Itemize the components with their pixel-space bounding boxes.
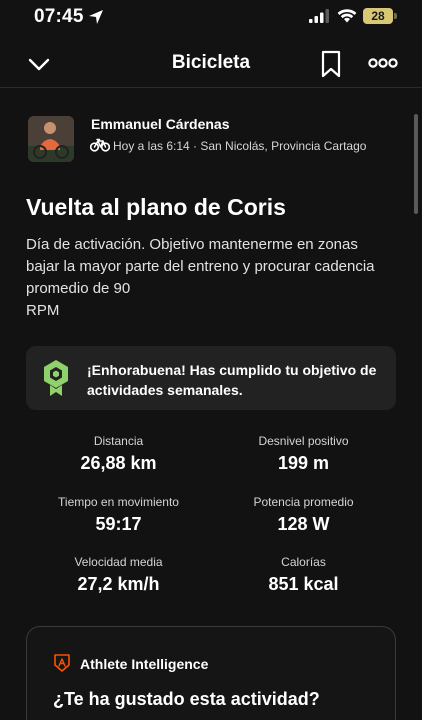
stat-value: 199 m [277,453,330,473]
activity-description: Día de activación. Objetivo mantenerme e… [26,234,398,322]
activity-meta: Hoy a las 6:14 · San Nicolás, Provincia … [113,139,367,153]
stat-label: Tiempo en movimiento [58,495,179,509]
description-line: Día de activación. Objetivo mantenerme e… [26,236,358,253]
stat-value: 27,2 km/h [77,574,160,594]
stat-label: Desnivel positivo [258,434,349,448]
goal-achievement-card[interactable]: ¡Enhorabuena! Has cumplido tu objetivo d… [26,346,396,410]
activity-title: Vuelta al plano de Coris [26,194,286,220]
goal-message-line: actividades semanales. [87,382,243,398]
athlete-name[interactable]: Emmanuel Cárdenas [91,116,230,132]
athlete-intelligence-card[interactable]: Athlete Intelligence ¿Te ha gustado esta… [26,626,396,720]
stat-label: Distancia [93,434,144,448]
stat-label: Potencia promedio [253,495,354,509]
description-line: RPM [26,302,60,319]
stat-value: 128 W [277,514,330,534]
battery-icon: 28 [363,8,393,24]
stat-average-speed: Velocidad media 27,2 km/h [26,555,211,595]
stat-value: 59:17 [95,514,142,534]
battery-nub [394,13,397,19]
more-icon[interactable] [368,54,398,72]
description-line: promedio de 90 [26,280,131,297]
stat-average-power: Potencia promedio 128 W [211,495,396,535]
status-bar: 07:45 28 [0,0,422,34]
page-title: Bicicleta [171,52,251,73]
avatar[interactable] [28,116,74,162]
stat-value: 26,88 km [80,453,157,473]
status-time: 07:45 [34,6,84,27]
stat-label: Velocidad media [74,555,163,569]
stat-label: Calorías [281,555,326,569]
avatar-image [28,116,74,162]
stat-calories: Calorías 851 kcal [211,555,396,595]
athlete-intelligence-title: Athlete Intelligence [80,656,209,672]
wifi-icon [337,9,357,23]
stat-elevation-gain: Desnivel positivo 199 m [211,434,396,474]
badge-icon [44,360,68,396]
athlete-header: Emmanuel Cárdenas Hoy a las 6:14 · San N… [26,112,396,168]
signal-icon [309,9,329,23]
goal-message-line: ¡Enhorabuena! Has cumplido tu objetivo d… [87,362,377,378]
feedback-question: ¿Te ha gustado esta actividad? [53,689,320,709]
athlete-intelligence-icon [54,654,70,672]
stat-moving-time: Tiempo en movimiento 59:17 [26,495,211,535]
description-line: bajar la mayor parte del entreno y procu… [26,258,375,275]
top-navigation: Bicicleta [0,40,422,88]
bike-icon [90,138,110,152]
stat-distance: Distancia 26,88 km [26,434,211,474]
stat-value: 851 kcal [268,574,339,594]
scrollbar[interactable] [414,114,418,214]
bookmark-icon[interactable] [319,50,343,78]
location-arrow-icon [89,10,103,24]
goal-message: ¡Enhorabuena! Has cumplido tu objetivo d… [87,360,376,400]
